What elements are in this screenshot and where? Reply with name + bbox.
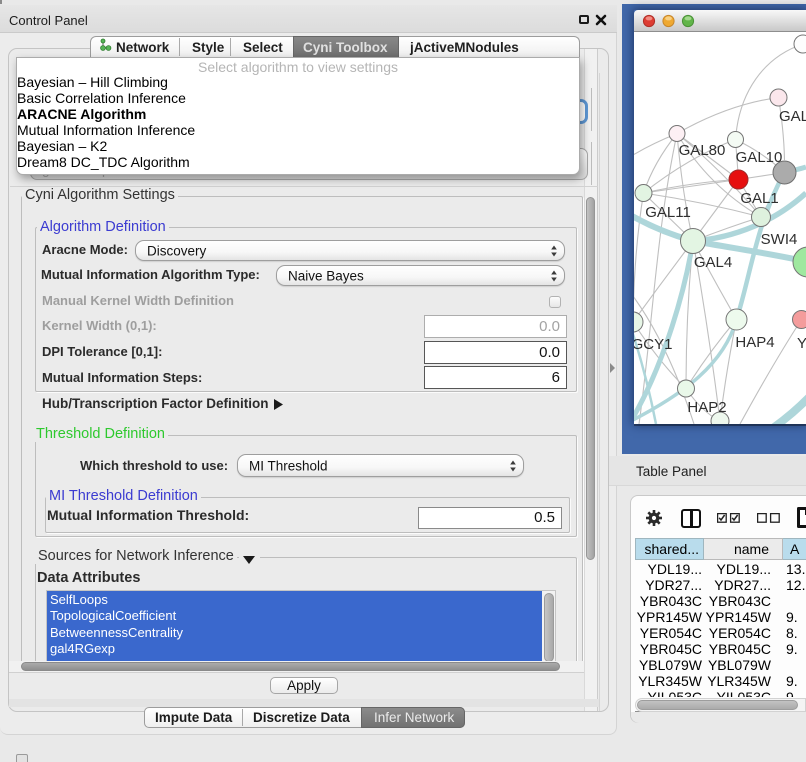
svg-text:GCY1: GCY1 <box>634 336 672 353</box>
svg-text:HAP4: HAP4 <box>735 334 774 351</box>
svg-text:SWI4: SWI4 <box>761 231 798 248</box>
svg-text:GAL80: GAL80 <box>679 142 726 159</box>
svg-text:GAL10: GAL10 <box>736 149 783 166</box>
svg-text:HAP2: HAP2 <box>687 399 726 416</box>
svg-text:GAL11: GAL11 <box>645 204 691 221</box>
svg-text:YJR: YJR <box>797 335 806 352</box>
svg-text:GAL4: GAL4 <box>694 254 732 271</box>
svg-text:GAL1: GAL1 <box>740 190 778 207</box>
svg-text:GAL7: GAL7 <box>779 108 806 125</box>
